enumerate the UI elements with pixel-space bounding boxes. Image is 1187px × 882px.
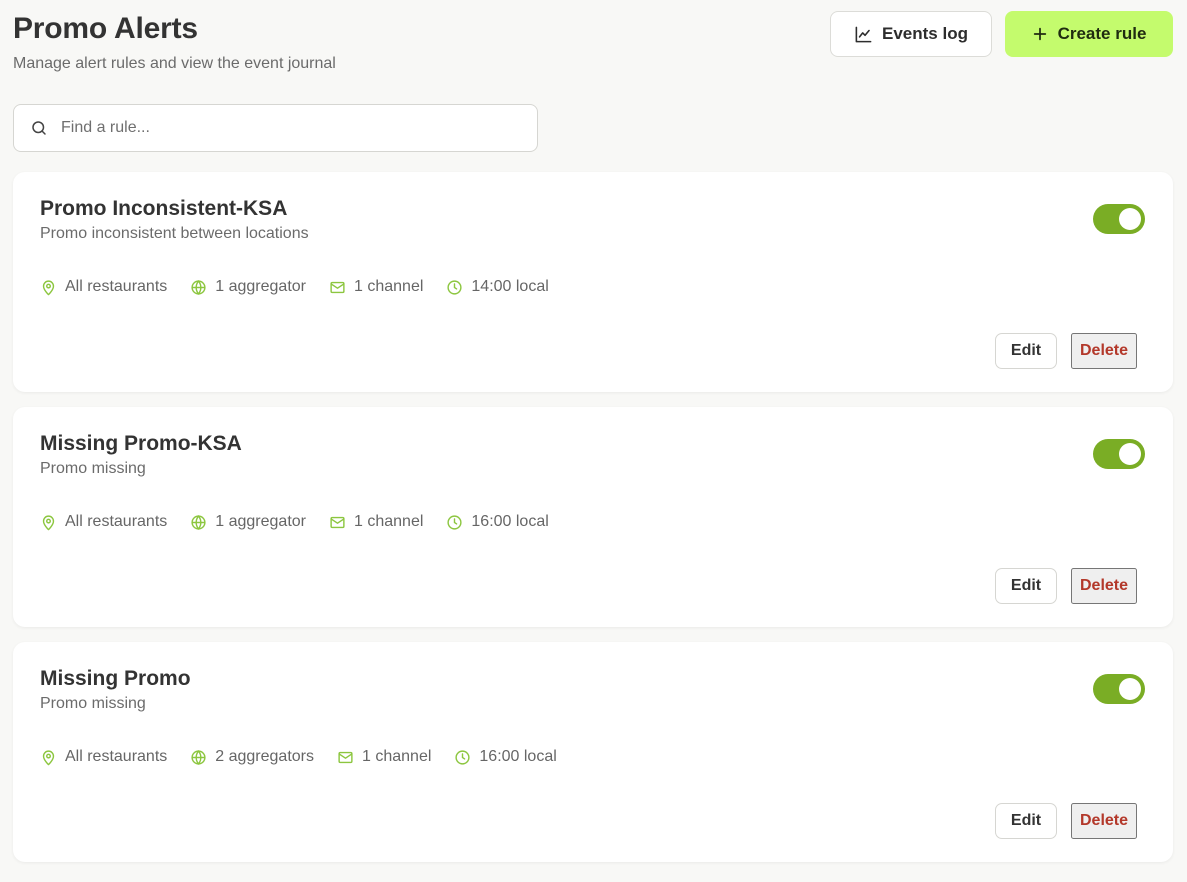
meta-channels: 1 channel: [329, 278, 423, 296]
map-pin-icon: [40, 749, 57, 766]
clock-icon: [446, 279, 463, 296]
rule-name: Promo Inconsistent-KSA: [40, 197, 288, 220]
rule-description: Promo missing: [40, 460, 146, 477]
create-rule-label: Create rule: [1057, 24, 1147, 43]
rule-meta: All restaurants 1 aggregator 1 channel 1…: [40, 511, 572, 533]
rule-enabled-toggle[interactable]: [1093, 439, 1145, 469]
toggle-knob: [1119, 678, 1141, 700]
promo-alerts-page: Promo Alerts Manage alert rules and view…: [0, 0, 1187, 882]
edit-rule-button[interactable]: Edit: [995, 803, 1057, 839]
meta-restaurants-text: All restaurants: [65, 748, 168, 765]
clock-icon: [446, 514, 463, 531]
globe-icon: [190, 279, 207, 296]
meta-restaurants: All restaurants: [40, 513, 167, 531]
rule-name: Missing Promo: [40, 667, 191, 690]
rule-description: Promo missing: [40, 695, 146, 712]
meta-time-text: 16:00 local: [471, 513, 549, 530]
toggle-knob: [1119, 443, 1141, 465]
globe-icon: [190, 514, 207, 531]
search-box: [13, 104, 538, 152]
meta-aggregators-text: 1 aggregator: [215, 513, 306, 530]
delete-rule-button[interactable]: Delete: [1071, 333, 1137, 369]
search-input[interactable]: [61, 119, 501, 137]
rule-card: Promo Inconsistent-KSA Promo inconsisten…: [13, 172, 1173, 392]
meta-aggregators: 1 aggregator: [190, 278, 306, 296]
meta-channels-text: 1 channel: [362, 748, 432, 765]
rule-card: Missing Promo Promo missing All restaura…: [13, 642, 1173, 862]
toggle-knob: [1119, 208, 1141, 230]
create-rule-button[interactable]: Create rule: [1005, 11, 1173, 57]
delete-rule-button[interactable]: Delete: [1071, 568, 1137, 604]
meta-time: 16:00 local: [454, 748, 557, 766]
map-pin-icon: [40, 514, 57, 531]
rule-meta: All restaurants 1 aggregator 1 channel 1…: [40, 276, 572, 298]
meta-channels: 1 channel: [329, 513, 423, 531]
mail-icon: [329, 514, 346, 531]
rule-name: Missing Promo-KSA: [40, 432, 242, 455]
events-log-label: Events log: [882, 24, 968, 43]
edit-rule-button[interactable]: Edit: [995, 568, 1057, 604]
rule-enabled-toggle[interactable]: [1093, 674, 1145, 704]
rule-card: Missing Promo-KSA Promo missing All rest…: [13, 407, 1173, 627]
plus-icon: [1032, 26, 1048, 42]
rule-enabled-toggle[interactable]: [1093, 204, 1145, 234]
rule-description: Promo inconsistent between locations: [40, 225, 309, 242]
mail-icon: [329, 279, 346, 296]
meta-time-text: 14:00 local: [471, 278, 549, 295]
map-pin-icon: [40, 279, 57, 296]
meta-channels-text: 1 channel: [354, 278, 424, 295]
meta-time: 14:00 local: [446, 278, 549, 296]
edit-rule-button[interactable]: Edit: [995, 333, 1057, 369]
mail-icon: [337, 749, 354, 766]
delete-rule-button[interactable]: Delete: [1071, 803, 1137, 839]
meta-aggregators-text: 2 aggregators: [215, 748, 314, 765]
meta-restaurants: All restaurants: [40, 278, 167, 296]
meta-aggregators: 1 aggregator: [190, 513, 306, 531]
globe-icon: [190, 749, 207, 766]
page-subtitle: Manage alert rules and view the event jo…: [13, 55, 336, 72]
search-icon: [30, 119, 48, 137]
meta-time-text: 16:00 local: [479, 748, 557, 765]
meta-aggregators: 2 aggregators: [190, 748, 314, 766]
rule-meta: All restaurants 2 aggregators 1 channel …: [40, 746, 580, 768]
page-title: Promo Alerts: [13, 12, 198, 45]
clock-icon: [454, 749, 471, 766]
meta-channels: 1 channel: [337, 748, 431, 766]
events-log-button[interactable]: Events log: [830, 11, 992, 57]
line-chart-icon: [854, 25, 873, 44]
meta-time: 16:00 local: [446, 513, 549, 531]
meta-restaurants: All restaurants: [40, 748, 167, 766]
meta-restaurants-text: All restaurants: [65, 278, 168, 295]
meta-channels-text: 1 channel: [354, 513, 424, 530]
meta-restaurants-text: All restaurants: [65, 513, 168, 530]
meta-aggregators-text: 1 aggregator: [215, 278, 306, 295]
